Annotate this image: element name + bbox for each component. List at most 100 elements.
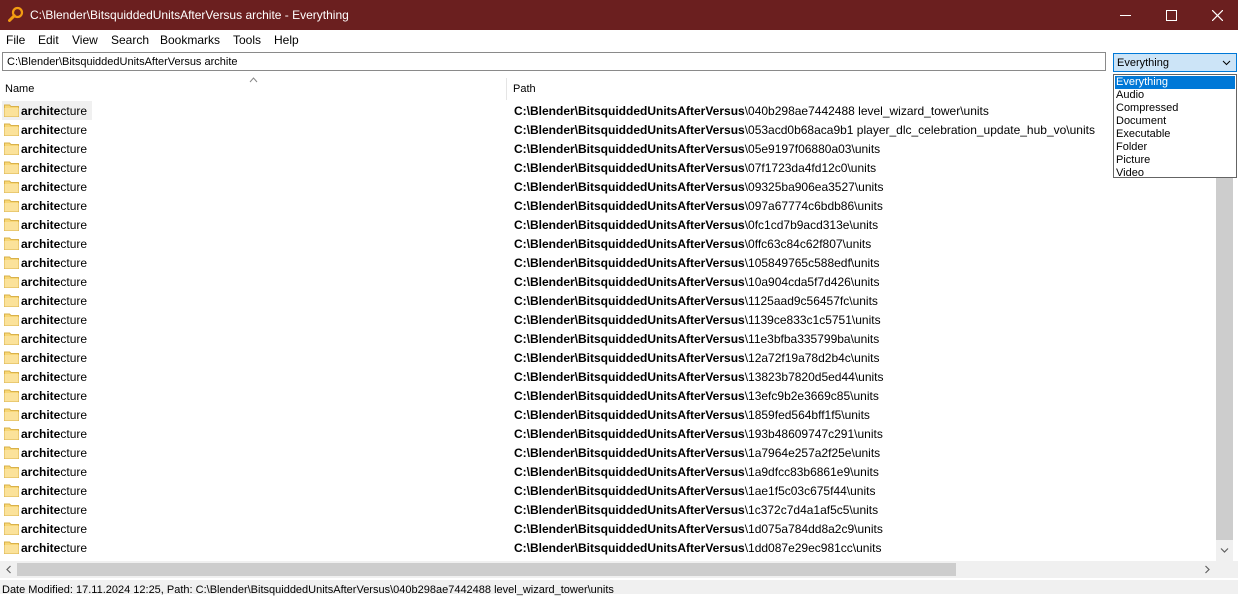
row-name-match: archite	[21, 104, 61, 118]
table-row[interactable]: architecture C:\Blender\BitsquiddedUnitsA…	[0, 272, 1216, 291]
row-name-rest: cture	[60, 408, 88, 422]
menu-bookmarks[interactable]: Bookmarks	[160, 33, 220, 47]
minimize-button[interactable]	[1102, 0, 1148, 30]
column-header-path[interactable]: Path	[508, 78, 1216, 100]
folder-icon	[4, 199, 19, 212]
filter-option-picture[interactable]: Picture	[1115, 154, 1235, 167]
row-path-match: C:\Blender\BitsquiddedUnitsAfterVersus	[514, 408, 745, 422]
table-row[interactable]: architecture C:\Blender\BitsquiddedUnitsA…	[0, 196, 1216, 215]
filter-option-audio[interactable]: Audio	[1115, 89, 1235, 102]
row-path-rest: \105849765c588edf\units	[744, 256, 880, 270]
table-row[interactable]: architecture C:\Blender\BitsquiddedUnitsA…	[0, 139, 1216, 158]
horizontal-scrollbar[interactable]	[0, 561, 1216, 578]
search-magnifier-icon	[8, 6, 24, 22]
search-input[interactable]	[2, 52, 1106, 71]
folder-icon	[4, 484, 19, 497]
table-row[interactable]: architecture C:\Blender\BitsquiddedUnitsA…	[0, 158, 1216, 177]
vertical-scrollbar-thumb[interactable]	[1216, 178, 1233, 540]
row-name-rest: cture	[60, 465, 88, 479]
filter-option-executable[interactable]: Executable	[1115, 128, 1235, 141]
scroll-down-arrow-icon[interactable]	[1220, 547, 1229, 554]
table-row[interactable]: architecture C:\Blender\BitsquiddedUnitsA…	[0, 481, 1216, 500]
row-name-rest: cture	[60, 123, 88, 137]
row-name: architecture	[21, 465, 87, 479]
row-name-match: archite	[21, 199, 61, 213]
row-path: C:\Blender\BitsquiddedUnitsAfterVersus\1…	[514, 332, 879, 346]
filter-option-document[interactable]: Document	[1115, 115, 1235, 128]
filter-select[interactable]: Everything	[1113, 53, 1237, 72]
row-path: C:\Blender\BitsquiddedUnitsAfterVersus\1…	[514, 389, 879, 403]
row-name-match: archite	[21, 522, 61, 536]
table-row[interactable]: architecture C:\Blender\BitsquiddedUnitsA…	[0, 253, 1216, 272]
row-path: C:\Blender\BitsquiddedUnitsAfterVersus\0…	[514, 123, 1095, 137]
scroll-left-arrow-icon[interactable]	[5, 565, 12, 574]
scrollbar-corner	[1216, 561, 1238, 578]
table-row[interactable]: architecture C:\Blender\BitsquiddedUnitsA…	[0, 329, 1216, 348]
sort-ascending-icon	[249, 77, 258, 83]
row-name: architecture	[21, 370, 87, 384]
maximize-button[interactable]	[1148, 0, 1194, 30]
row-name-match: archite	[21, 370, 61, 384]
row-name-match: archite	[21, 503, 61, 517]
folder-icon	[4, 427, 19, 440]
menu-search[interactable]: Search	[111, 33, 149, 47]
table-row[interactable]: architecture C:\Blender\BitsquiddedUnitsA…	[0, 120, 1216, 139]
column-header-name[interactable]: Name	[0, 77, 507, 100]
row-name-rest: cture	[60, 503, 88, 517]
table-row[interactable]: architecture C:\Blender\BitsquiddedUnitsA…	[0, 500, 1216, 519]
table-row[interactable]: architecture C:\Blender\BitsquiddedUnitsA…	[0, 234, 1216, 253]
row-path-rest: \1dd087e29ec981cc\units	[744, 541, 882, 555]
row-path: C:\Blender\BitsquiddedUnitsAfterVersus\0…	[514, 218, 878, 232]
table-row[interactable]: architecture C:\Blender\BitsquiddedUnitsA…	[0, 310, 1216, 329]
table-row[interactable]: architecture C:\Blender\BitsquiddedUnitsA…	[0, 538, 1216, 557]
table-row[interactable]: architecture C:\Blender\BitsquiddedUnitsA…	[0, 215, 1216, 234]
filter-dropdown-list: Everything Audio Compressed Document Executa…	[1113, 74, 1237, 179]
row-name: architecture	[21, 256, 87, 270]
row-name-rest: cture	[60, 389, 88, 403]
table-row[interactable]: architecture C:\Blender\BitsquiddedUnitsA…	[0, 519, 1216, 538]
menu-help[interactable]: Help	[274, 33, 299, 47]
table-row[interactable]: architecture C:\Blender\BitsquiddedUnitsA…	[0, 405, 1216, 424]
table-row[interactable]: architecture C:\Blender\BitsquiddedUnitsA…	[0, 101, 1216, 120]
row-path-rest: \13efc9b2e3669c85\units	[744, 389, 879, 403]
scroll-right-arrow-icon[interactable]	[1204, 565, 1211, 574]
row-name-match: archite	[21, 123, 61, 137]
horizontal-scrollbar-thumb[interactable]	[17, 563, 956, 576]
menu-tools[interactable]: Tools	[233, 33, 261, 47]
row-path: C:\Blender\BitsquiddedUnitsAfterVersus\1…	[514, 446, 880, 460]
row-name: architecture	[21, 275, 87, 289]
menu-view[interactable]: View	[72, 33, 98, 47]
filter-option-compressed[interactable]: Compressed	[1115, 102, 1235, 115]
table-row[interactable]: architecture C:\Blender\BitsquiddedUnitsA…	[0, 462, 1216, 481]
row-path: C:\Blender\BitsquiddedUnitsAfterVersus\1…	[514, 408, 870, 422]
table-row[interactable]: architecture C:\Blender\BitsquiddedUnitsA…	[0, 424, 1216, 443]
filter-option-everything[interactable]: Everything	[1115, 76, 1235, 89]
table-row[interactable]: architecture C:\Blender\BitsquiddedUnitsA…	[0, 348, 1216, 367]
row-name-match: archite	[21, 313, 61, 327]
row-path-rest: \1125aad9c56457fc\units	[744, 294, 878, 308]
row-path-rest: \13823b7820d5ed44\units	[744, 370, 884, 384]
row-path: C:\Blender\BitsquiddedUnitsAfterVersus\1…	[514, 465, 879, 479]
filter-selected-value: Everything	[1117, 57, 1169, 69]
close-button[interactable]	[1194, 0, 1238, 30]
close-icon	[1211, 9, 1223, 21]
filter-option-folder[interactable]: Folder	[1115, 141, 1235, 154]
menu-edit[interactable]: Edit	[38, 33, 59, 47]
row-name: architecture	[21, 351, 87, 365]
table-row[interactable]: architecture C:\Blender\BitsquiddedUnitsA…	[0, 443, 1216, 462]
title-bar[interactable]: C:\Blender\BitsquiddedUnitsAfterVersus a…	[0, 0, 1238, 30]
row-path: C:\Blender\BitsquiddedUnitsAfterVersus\0…	[514, 199, 883, 213]
row-path: C:\Blender\BitsquiddedUnitsAfterVersus\1…	[514, 484, 875, 498]
vertical-scrollbar[interactable]	[1216, 178, 1233, 561]
table-row[interactable]: architecture C:\Blender\BitsquiddedUnitsA…	[0, 291, 1216, 310]
table-row[interactable]: architecture C:\Blender\BitsquiddedUnitsA…	[0, 177, 1216, 196]
row-name-rest: cture	[60, 427, 88, 441]
table-row[interactable]: architecture C:\Blender\BitsquiddedUnitsA…	[0, 367, 1216, 386]
row-path-match: C:\Blender\BitsquiddedUnitsAfterVersus	[514, 389, 745, 403]
row-name-rest: cture	[60, 142, 88, 156]
table-row[interactable]: architecture C:\Blender\BitsquiddedUnitsA…	[0, 386, 1216, 405]
row-name-rest: cture	[60, 294, 88, 308]
menu-file[interactable]: File	[6, 33, 25, 47]
row-path-match: C:\Blender\BitsquiddedUnitsAfterVersus	[514, 427, 745, 441]
row-path-rest: \1ae1f5c03c675f44\units	[744, 484, 876, 498]
